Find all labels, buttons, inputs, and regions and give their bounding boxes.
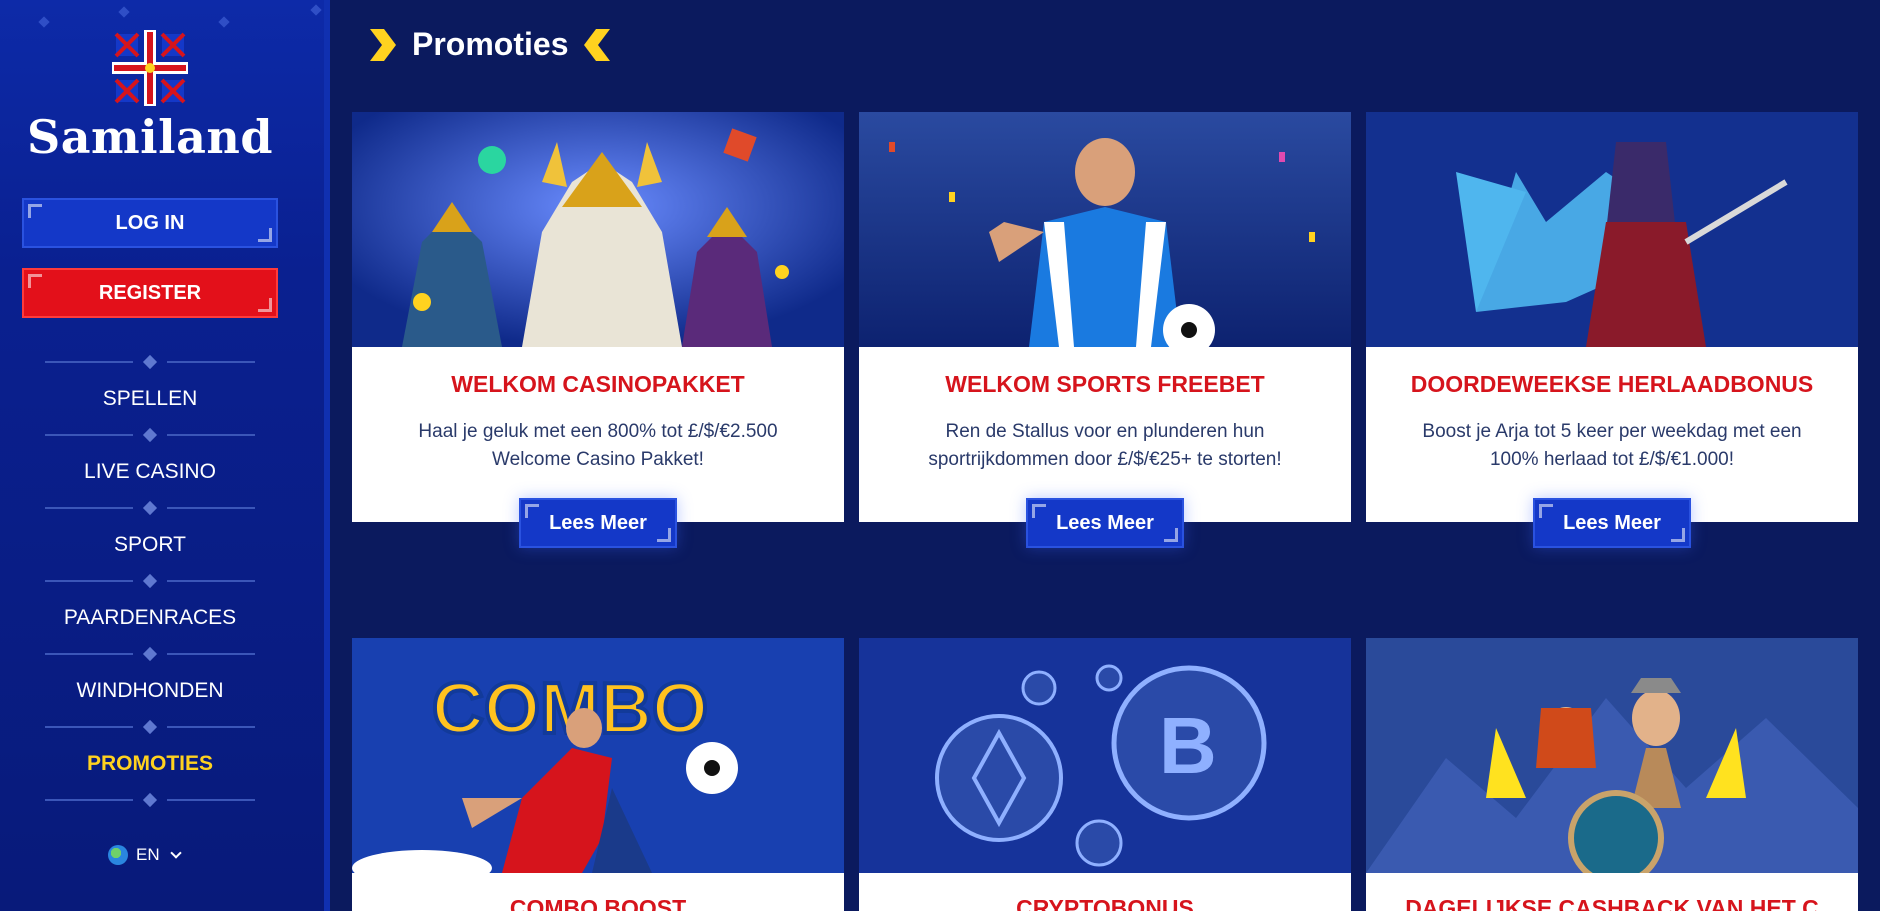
promo-image	[1366, 112, 1858, 347]
diamond-icon	[142, 573, 158, 589]
lees-meer-label: Lees Meer	[549, 511, 647, 534]
nav-divider	[45, 427, 255, 443]
corner-decoration	[28, 204, 42, 218]
corner-decoration	[1671, 528, 1685, 542]
globe-icon	[108, 845, 128, 865]
brand-name: Samiland	[26, 110, 274, 164]
promo-description: Ren de Stallus voor en plunderen hun spo…	[928, 421, 1282, 470]
diamond-icon	[142, 354, 158, 370]
promo-card-body: CRYPTOBONUS	[859, 873, 1351, 911]
page-title: Promoties	[412, 26, 569, 62]
diamond-icon	[142, 500, 158, 516]
corner-decoration	[525, 504, 539, 518]
promo-title: WELKOM SPORTS FREEBET	[945, 371, 1265, 397]
main-navigation: SPELLEN LIVE CASINO SPORT PAARDENRACES W…	[0, 354, 300, 808]
corner-decoration	[1032, 504, 1046, 518]
promo-image	[352, 112, 844, 347]
promo-card[interactable]: DAGELIJKSE CASHBACK VAN HET C	[1366, 638, 1858, 911]
nav-divider	[45, 792, 255, 808]
nav-item-sport[interactable]: SPORT	[0, 515, 300, 574]
diamond-icon	[142, 719, 158, 735]
samiland-flag-icon	[112, 30, 188, 106]
promo-card[interactable]: WELKOM SPORTS FREEBET Ren de Stallus voo…	[859, 112, 1351, 548]
language-selector[interactable]: EN	[108, 845, 182, 865]
corner-decoration	[657, 528, 671, 542]
lees-meer-label: Lees Meer	[1056, 511, 1154, 534]
diamond-icon	[142, 646, 158, 662]
viking-gods-illustration	[352, 112, 844, 347]
diamond-icon	[142, 792, 158, 808]
promo-title: DOORDEWEEKSE HERLAADBONUS	[1410, 371, 1814, 397]
brand-logo[interactable]: Samiland	[0, 28, 300, 164]
language-code: EN	[136, 845, 160, 864]
register-button[interactable]: REGISTER	[22, 268, 278, 318]
nav-item-live-casino[interactable]: LIVE CASINO	[0, 442, 300, 501]
promo-title: CRYPTOBONUS	[1016, 895, 1194, 911]
nav-item-spellen[interactable]: SPELLEN	[0, 369, 300, 428]
combo-football-illustration: COMBO	[352, 638, 844, 873]
login-button[interactable]: LOG IN	[22, 198, 278, 248]
promo-card[interactable]: WELKOM CASINOPAKKET Haal je geluk met ee…	[352, 112, 844, 548]
promo-description: Boost je Arja tot 5 keer per weekdag met…	[1422, 421, 1802, 470]
chevron-left-icon	[584, 28, 611, 61]
promo-card-body: DAGELIJKSE CASHBACK VAN HET C	[1366, 873, 1858, 911]
promo-card[interactable]: DOORDEWEEKSE HERLAADBONUS Boost je Arja …	[1366, 112, 1858, 548]
nav-divider	[45, 719, 255, 735]
promo-image	[859, 112, 1351, 347]
sidebar: Samiland LOG IN REGISTER SPELLEN LIVE CA…	[0, 0, 330, 911]
lees-meer-label: Lees Meer	[1563, 511, 1661, 534]
corner-decoration	[258, 228, 272, 242]
promo-card[interactable]: COMBO COMBO BOOST	[352, 638, 844, 911]
sparkle-decoration	[118, 6, 130, 18]
sparkle-decoration	[218, 16, 230, 28]
nav-item-windhonden[interactable]: WINDHONDEN	[0, 661, 300, 720]
nav-divider	[45, 354, 255, 370]
lees-meer-button[interactable]: Lees Meer	[519, 498, 677, 548]
promo-image: B	[859, 638, 1351, 873]
chevron-right-icon	[370, 28, 396, 61]
chevron-down-icon	[169, 847, 182, 859]
promo-card-body: WELKOM SPORTS FREEBET Ren de Stallus voo…	[859, 347, 1351, 522]
corner-decoration	[258, 298, 272, 312]
login-button-label: LOG IN	[115, 211, 185, 234]
lees-meer-button[interactable]: Lees Meer	[1533, 498, 1691, 548]
promo-title: COMBO BOOST	[509, 895, 687, 911]
register-button-label: REGISTER	[98, 281, 202, 304]
promo-title: DAGELIJKSE CASHBACK VAN HET C	[1405, 895, 1819, 911]
promo-card-body: DOORDEWEEKSE HERLAADBONUS Boost je Arja …	[1366, 347, 1858, 522]
nav-divider	[45, 573, 255, 589]
page-header: Promoties	[366, 26, 614, 63]
corner-decoration	[1539, 504, 1553, 518]
crypto-coins-illustration: B	[859, 638, 1351, 873]
corner-decoration	[1164, 528, 1178, 542]
nav-divider	[45, 500, 255, 516]
sparkle-decoration	[38, 16, 50, 28]
promo-image: COMBO	[352, 638, 844, 873]
promo-card[interactable]: B CRYPTOBONUS	[859, 638, 1351, 911]
diamond-icon	[142, 427, 158, 443]
promo-title: WELKOM CASINOPAKKET	[451, 371, 745, 397]
svg-text:B: B	[1159, 701, 1217, 790]
nav-divider	[45, 646, 255, 662]
promo-image	[1366, 638, 1858, 873]
nav-item-promoties[interactable]: PROMOTIES	[0, 734, 300, 793]
vikings-illustration	[1366, 638, 1858, 873]
corner-decoration	[28, 274, 42, 288]
main-content: Promoties WELKOM CASINOPAKKET Haal je ge…	[336, 0, 1880, 911]
promo-card-body: WELKOM CASINOPAKKET Haal je geluk met ee…	[352, 347, 844, 522]
promo-card-body: COMBO BOOST	[352, 873, 844, 911]
warrior-woman-illustration	[1366, 112, 1858, 347]
football-player-illustration	[859, 112, 1351, 347]
lees-meer-button[interactable]: Lees Meer	[1026, 498, 1184, 548]
sparkle-decoration	[310, 4, 322, 16]
promo-description: Haal je geluk met een 800% tot £/$/€2.50…	[418, 421, 778, 470]
nav-item-paardenraces[interactable]: PAARDENRACES	[0, 588, 300, 647]
